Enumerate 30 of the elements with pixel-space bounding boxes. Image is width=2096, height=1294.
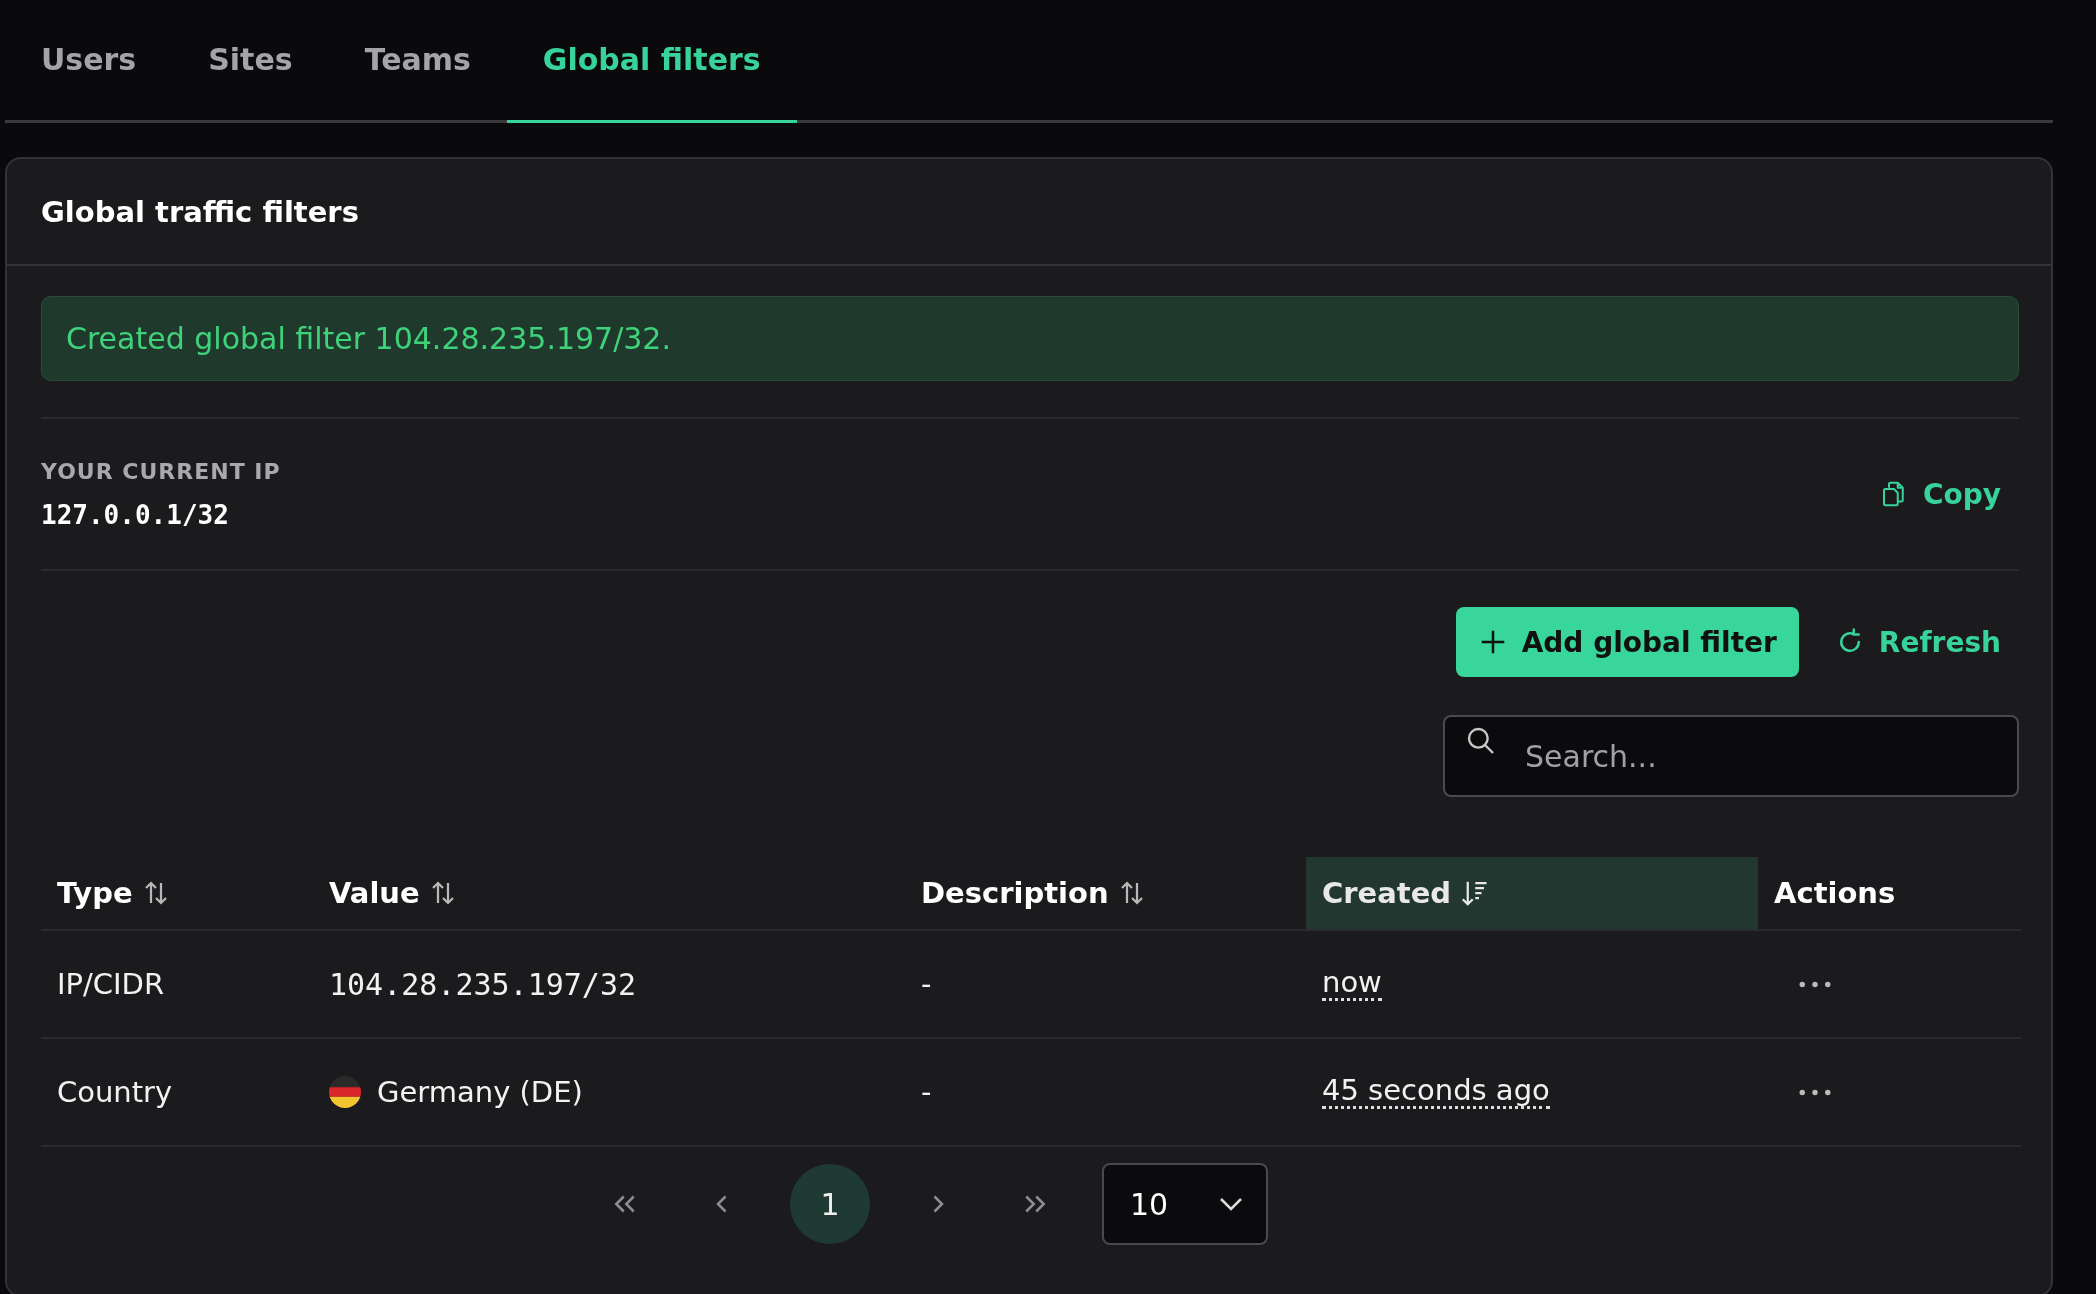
- column-header: Actions: [1773, 875, 1897, 912]
- timestamp[interactable]: now: [1322, 966, 1382, 1002]
- flag-icon: [329, 1076, 361, 1108]
- add-filter-button[interactable]: Add global filter: [1455, 607, 1799, 677]
- more-icon[interactable]: [1798, 979, 1832, 989]
- table-cell: -: [921, 967, 932, 1001]
- success-alert: Created global filter 104.28.235.197/32.: [41, 296, 2019, 381]
- table-cell: 104.28.235.197/32: [329, 966, 637, 1002]
- column-header[interactable]: Value: [313, 857, 905, 929]
- tab[interactable]: Users: [5, 0, 173, 123]
- tab[interactable]: Teams: [328, 0, 507, 123]
- table-cell: Country: [57, 1075, 173, 1109]
- tab[interactable]: Sites: [172, 0, 329, 123]
- table-cell: -: [921, 1075, 932, 1109]
- ip-value: 127.0.0.1/32: [41, 499, 230, 530]
- timestamp[interactable]: 45 seconds ago: [1322, 1074, 1550, 1110]
- search-field[interactable]: Search...: [1443, 715, 2019, 797]
- copy-button[interactable]: Copy: [1878, 471, 2001, 517]
- ip-label: YOUR CURRENT IP: [41, 458, 281, 484]
- table-cell: Germany (DE): [377, 1075, 583, 1109]
- tab[interactable]: Global filters: [506, 0, 797, 123]
- page-button[interactable]: 1: [790, 1164, 870, 1244]
- table-cell: IP/CIDR: [57, 967, 165, 1001]
- column-header[interactable]: Description: [905, 857, 1306, 929]
- more-icon[interactable]: [1798, 1087, 1832, 1097]
- column-header[interactable]: Type: [41, 857, 313, 929]
- page-size-select[interactable]: 10: [1102, 1163, 1268, 1245]
- card-title: Global traffic filters: [41, 194, 359, 229]
- sorted-column-header[interactable]: Created: [1306, 857, 1758, 929]
- refresh-button[interactable]: Refresh: [1834, 619, 2001, 665]
